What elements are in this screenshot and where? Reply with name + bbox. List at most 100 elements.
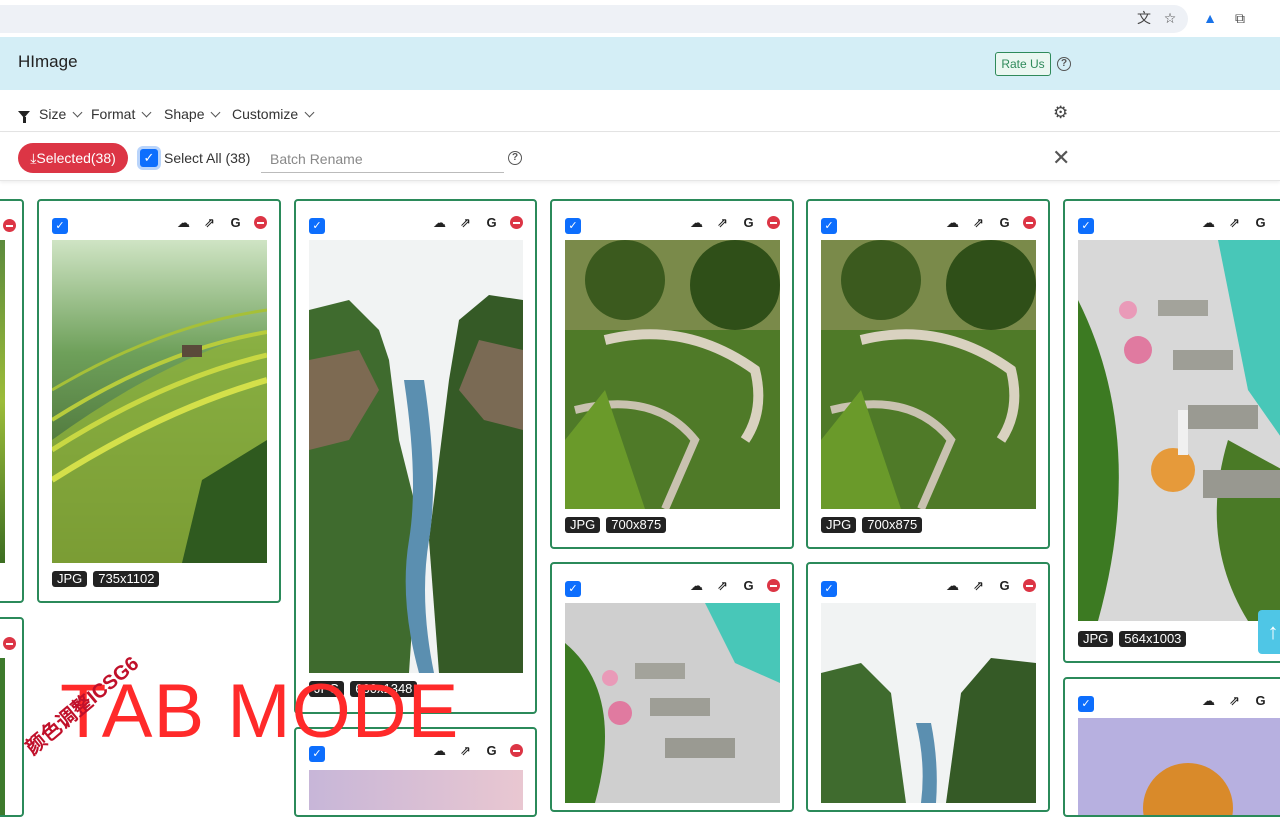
image-thumbnail [1078,718,1280,815]
image-card[interactable]: ✓ ☁ ⇗ G JPG 660x1348 [294,199,537,714]
google-search-icon[interactable]: G [997,578,1012,593]
card-checkbox[interactable]: ✓ [821,218,837,234]
cloud-download-icon[interactable]: ☁ [176,215,191,230]
dimensions-tag: 700x875 [606,517,667,533]
open-external-icon[interactable]: ⇗ [458,743,473,758]
open-external-icon[interactable]: ⇗ [1227,693,1242,708]
remove-icon[interactable] [510,216,523,229]
remove-icon[interactable] [767,216,780,229]
chevron-down-icon [304,107,315,118]
app-title: HImage [18,52,78,71]
remove-icon[interactable] [3,637,16,650]
format-tag: JPG [52,571,88,587]
browser-toolbar: ⽂ ☆ ▲ ⧉ [0,0,1280,37]
image-thumbnail [565,240,780,509]
card-toolbar: ☁ ⇗ G [1201,693,1268,708]
cloud-download-icon[interactable]: ☁ [945,215,960,230]
card-checkbox[interactable]: ✓ [1078,218,1094,234]
google-search-icon[interactable]: G [228,215,243,230]
image-card[interactable]: ✓ ☁ ⇗ G JPG 700x875 [806,199,1050,549]
shape-filter-dropdown[interactable]: Shape [164,106,221,122]
card-meta: JPG 564x1003 [1078,631,1187,647]
select-all-checkbox[interactable]: ✓ [140,149,158,167]
google-search-icon[interactable]: G [484,215,499,230]
image-thumbnail [0,658,5,815]
rate-us-button[interactable]: Rate Us [995,52,1051,76]
image-card[interactable]: ✓ ☁ ⇗ G JPG 735x1102 [37,199,281,603]
open-external-icon[interactable]: ⇗ [202,215,217,230]
open-external-icon[interactable]: ⇗ [715,215,730,230]
card-meta: JPG 735x1102 [52,571,160,587]
card-toolbar: ☁ ⇗ G [945,578,1036,593]
extension-hImage-icon[interactable]: ▲ [1201,9,1219,27]
download-selected-button[interactable]: ⤓Selected(38) [18,143,128,173]
app-header: HImage [0,37,1280,90]
remove-icon[interactable] [254,216,267,229]
google-search-icon[interactable]: G [997,215,1012,230]
google-search-icon[interactable]: G [484,743,499,758]
open-external-icon[interactable]: ⇗ [971,215,986,230]
remove-icon[interactable] [1023,579,1036,592]
settings-gear-icon[interactable]: ⚙ [1053,104,1070,121]
select-all-label[interactable]: Select All (38) [164,150,250,166]
card-checkbox[interactable]: ✓ [309,218,325,234]
puzzle-icon[interactable]: ⧉ [1231,9,1249,27]
remove-icon[interactable] [767,579,780,592]
customize-filter-dropdown[interactable]: Customize [232,106,315,122]
filter-icon [18,110,30,123]
dimensions-tag: 700x875 [862,517,923,533]
cloud-download-icon[interactable]: ☁ [1201,693,1216,708]
image-thumbnail [309,240,523,673]
cloud-download-icon[interactable]: ☁ [432,215,447,230]
image-card[interactable]: ✓ ☁ ⇗ G [550,562,794,812]
google-search-icon[interactable]: G [1253,215,1268,230]
translate-icon[interactable]: ⽂ [1135,9,1153,27]
card-checkbox[interactable]: ✓ [565,581,581,597]
shape-filter-label: Shape [164,106,205,122]
google-search-icon[interactable]: G [741,215,756,230]
close-icon[interactable]: ✕ [1052,147,1070,169]
card-toolbar: ☁ ⇗ G [176,215,267,230]
customize-filter-label: Customize [232,106,299,122]
format-filter-label: Format [91,106,136,122]
card-toolbar: ☁ ⇗ G [945,215,1036,230]
card-checkbox[interactable]: ✓ [52,218,68,234]
cloud-download-icon[interactable]: ☁ [945,578,960,593]
image-card[interactable]: ✓ ☁ ⇗ G JPG 700x875 [550,199,794,549]
remove-icon[interactable] [510,744,523,757]
open-external-icon[interactable]: ⇗ [458,215,473,230]
cloud-download-icon[interactable]: ☁ [689,578,704,593]
image-thumbnail [309,770,523,810]
image-card[interactable]: ✓ ☁ ⇗ G [1063,677,1280,817]
card-checkbox[interactable]: ✓ [1078,696,1094,712]
star-icon[interactable]: ☆ [1161,9,1179,27]
image-card[interactable]: ✓ ☁ ⇗ G JPG 564x1003 [1063,199,1280,663]
rename-help-icon[interactable]: ? [508,151,522,165]
size-filter-dropdown[interactable]: Size [18,106,83,123]
remove-icon[interactable] [1023,216,1036,229]
format-filter-dropdown[interactable]: Format [91,106,152,122]
open-external-icon[interactable]: ⇗ [971,578,986,593]
card-toolbar: ☁ ⇗ G [689,215,780,230]
open-external-icon[interactable]: ⇗ [715,578,730,593]
batch-rename-input[interactable] [261,145,504,173]
google-search-icon[interactable]: G [741,578,756,593]
address-bar[interactable] [0,5,1188,33]
cloud-download-icon[interactable]: ☁ [689,215,704,230]
image-card-partial[interactable] [0,617,24,817]
image-card-partial[interactable] [0,199,24,603]
header-help-icon[interactable]: ? [1057,57,1071,71]
format-tag: JPG [1078,631,1114,647]
cloud-download-icon[interactable]: ☁ [1201,215,1216,230]
image-card[interactable]: ✓ ☁ ⇗ G [806,562,1050,812]
google-search-icon[interactable]: G [1253,693,1268,708]
open-external-icon[interactable]: ⇗ [1227,215,1242,230]
scroll-to-top-button[interactable]: ↑ [1258,610,1280,654]
remove-icon[interactable] [3,219,16,232]
card-checkbox[interactable]: ✓ [821,581,837,597]
card-meta: JPG 700x875 [565,517,667,533]
size-filter-label: Size [39,106,67,122]
card-checkbox[interactable]: ✓ [565,218,581,234]
format-tag: JPG [565,517,601,533]
chevron-down-icon [72,107,83,118]
